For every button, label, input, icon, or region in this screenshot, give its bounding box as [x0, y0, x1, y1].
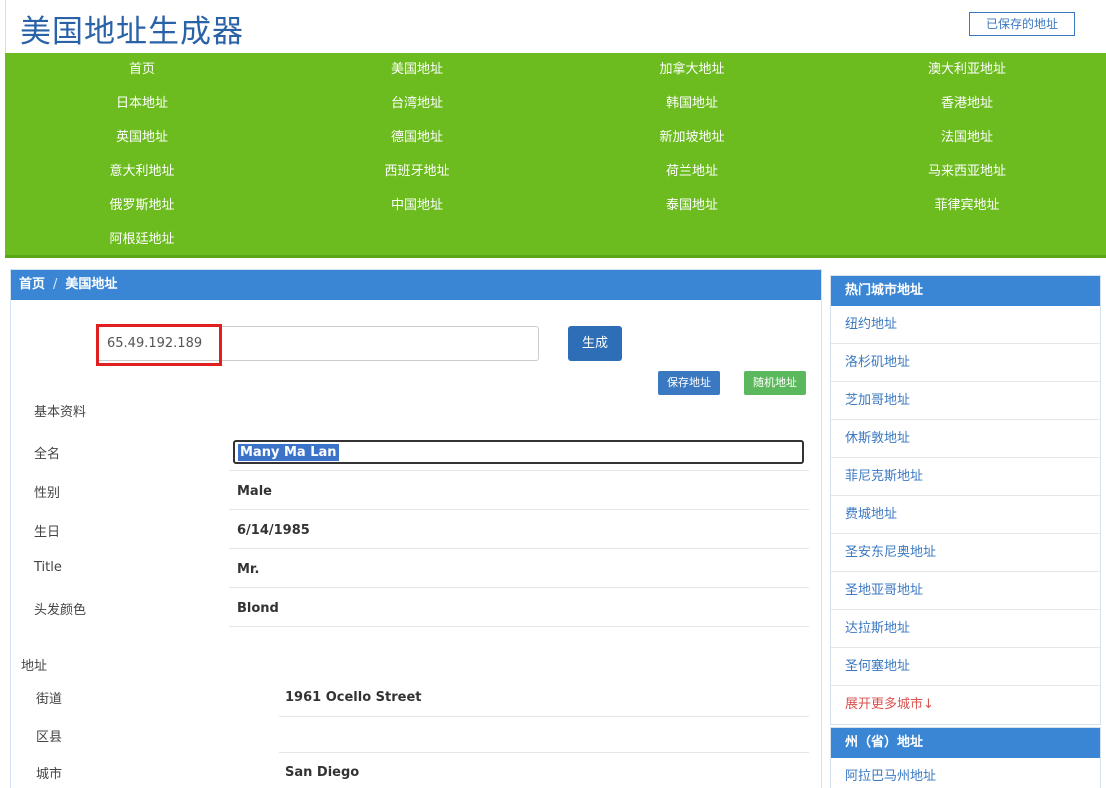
- nav-item-russia[interactable]: 俄罗斯地址: [52, 195, 232, 217]
- row-divider: [229, 587, 809, 588]
- states-heading: 州（省）地址: [831, 728, 1100, 758]
- hot-cities-heading: 热门城市地址: [831, 276, 1100, 306]
- nav-item-spain[interactable]: 西班牙地址: [327, 161, 507, 183]
- field-label-street: 街道: [36, 692, 63, 707]
- sidebar-item-philadelphia[interactable]: 费城地址: [831, 496, 1100, 534]
- nav-item-canada[interactable]: 加拿大地址: [602, 59, 782, 81]
- breadcrumb-current[interactable]: 美国地址: [65, 277, 117, 292]
- basic-info-heading: 基本资料: [34, 405, 87, 420]
- row-divider: [229, 548, 809, 549]
- nav-item-china[interactable]: 中国地址: [327, 195, 507, 217]
- nav-item-japan[interactable]: 日本地址: [52, 93, 232, 115]
- field-value-title: Mr.: [237, 562, 260, 577]
- field-label-county: 区县: [36, 730, 63, 745]
- main-panel: 首页 / 美国地址 65.49.192.189 生成 保存地址 随机地址 基本资料 …: [10, 269, 822, 788]
- field-label-fullname: 全名: [34, 447, 61, 462]
- sidebar-item-chicago[interactable]: 芝加哥地址: [831, 382, 1100, 420]
- nav-item-malaysia[interactable]: 马来西亚地址: [877, 161, 1057, 183]
- country-nav: 首页 美国地址 加拿大地址 澳大利亚地址 日本地址 台湾地址 韩国地址 香港地址…: [5, 53, 1106, 258]
- ip-highlight-box: [96, 324, 222, 366]
- field-value-gender: Male: [237, 484, 272, 499]
- field-value-street: 1961 Ocello Street: [285, 690, 422, 705]
- row-divider: [229, 626, 809, 627]
- breadcrumb-home[interactable]: 首页: [19, 277, 45, 292]
- sidebar-item-phoenix[interactable]: 菲尼克斯地址: [831, 458, 1100, 496]
- nav-item-italy[interactable]: 意大利地址: [52, 161, 232, 183]
- nav-item-taiwan[interactable]: 台湾地址: [327, 93, 507, 115]
- sidebar-item-alabama[interactable]: 阿拉巴马州地址: [831, 758, 1100, 788]
- nav-item-home[interactable]: 首页: [52, 59, 232, 81]
- sidebar-item-los-angeles[interactable]: 洛杉矶地址: [831, 344, 1100, 382]
- nav-item-netherlands[interactable]: 荷兰地址: [602, 161, 782, 183]
- row-divider: [229, 470, 809, 471]
- row-divider: [279, 752, 809, 753]
- nav-item-singapore[interactable]: 新加坡地址: [602, 127, 782, 149]
- field-value-birthday: 6/14/1985: [237, 523, 310, 538]
- field-value-city: San Diego: [285, 765, 360, 780]
- random-address-button[interactable]: 随机地址: [744, 371, 806, 395]
- top-bar: 美国地址生成器 已保存的地址: [5, 0, 1106, 53]
- fullname-value: Many Ma Lan: [238, 444, 339, 461]
- field-value-hair-color: Blond: [237, 601, 279, 616]
- nav-item-us[interactable]: 美国地址: [327, 59, 507, 81]
- field-label-hair-color: 头发颜色: [34, 603, 87, 618]
- sidebar-item-dallas[interactable]: 达拉斯地址: [831, 610, 1100, 648]
- field-label-title: Title: [34, 560, 62, 575]
- sidebar-item-san-diego[interactable]: 圣地亚哥地址: [831, 572, 1100, 610]
- nav-item-france[interactable]: 法国地址: [877, 127, 1057, 149]
- states-panel: 州（省）地址 阿拉巴马州地址: [830, 727, 1101, 788]
- sidebar-item-san-antonio[interactable]: 圣安东尼奥地址: [831, 534, 1100, 572]
- nav-item-germany[interactable]: 德国地址: [327, 127, 507, 149]
- saved-addresses-button[interactable]: 已保存的地址: [969, 12, 1075, 36]
- nav-item-australia[interactable]: 澳大利亚地址: [877, 59, 1057, 81]
- site-logo[interactable]: 美国地址生成器: [20, 6, 244, 51]
- nav-item-hongkong[interactable]: 香港地址: [877, 93, 1057, 115]
- expand-more-cities-link[interactable]: 展开更多城市↓: [831, 686, 1100, 724]
- sidebar-item-san-jose[interactable]: 圣何塞地址: [831, 648, 1100, 686]
- breadcrumb: 首页 / 美国地址: [11, 270, 821, 300]
- hot-cities-panel: 热门城市地址 纽约地址 洛杉矶地址 芝加哥地址 休斯敦地址 菲尼克斯地址 费城地…: [830, 275, 1101, 725]
- field-label-birthday: 生日: [34, 525, 61, 540]
- address-heading: 地址: [21, 659, 48, 674]
- nav-item-uk[interactable]: 英国地址: [52, 127, 232, 149]
- nav-item-korea[interactable]: 韩国地址: [602, 93, 782, 115]
- field-label-city: 城市: [36, 767, 63, 782]
- row-divider: [279, 716, 809, 717]
- sidebar-item-new-york[interactable]: 纽约地址: [831, 306, 1100, 344]
- fullname-field[interactable]: Many Ma Lan: [233, 440, 804, 464]
- field-label-gender: 性别: [34, 486, 61, 501]
- sidebar-item-houston[interactable]: 休斯敦地址: [831, 420, 1100, 458]
- nav-item-argentina[interactable]: 阿根廷地址: [52, 229, 232, 251]
- nav-item-thailand[interactable]: 泰国地址: [602, 195, 782, 217]
- row-divider: [229, 509, 809, 510]
- generate-button[interactable]: 生成: [568, 326, 622, 361]
- nav-item-philippines[interactable]: 菲律宾地址: [877, 195, 1057, 217]
- save-address-button[interactable]: 保存地址: [658, 371, 720, 395]
- breadcrumb-separator: /: [53, 277, 58, 292]
